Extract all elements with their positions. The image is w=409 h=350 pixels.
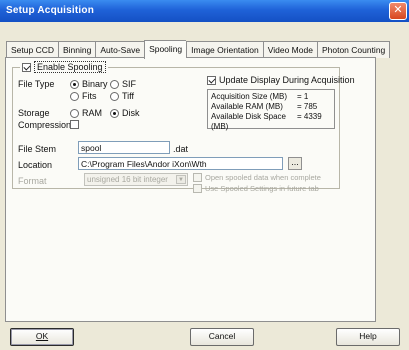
cancel-button[interactable]: Cancel <box>190 328 254 346</box>
radio-icon <box>110 91 119 101</box>
available-ram-value: = 785 <box>297 102 318 111</box>
window-title: Setup Acquisition <box>6 5 95 16</box>
ok-button[interactable]: OK <box>10 328 74 346</box>
file-stem-input[interactable]: spool <box>78 141 170 154</box>
compression-label: Compression <box>18 120 72 130</box>
acquisition-size-value: = 1 <box>297 92 309 101</box>
browse-button[interactable]: ... <box>288 157 302 170</box>
tab-binning[interactable]: Binning <box>58 41 96 58</box>
location-label: Location <box>18 160 53 170</box>
radio-icon <box>70 79 79 89</box>
title-bar: Setup Acquisition ✕ <box>0 0 409 22</box>
tab-setup-ccd[interactable]: Setup CCD <box>6 41 58 58</box>
open-spooled-checkbox[interactable]: Open spooled data when complete <box>193 173 321 182</box>
checkbox-icon <box>193 184 202 193</box>
tab-photon-counting[interactable]: Photon Counting <box>316 41 391 58</box>
available-disk-label: Available Disk Space (MB) <box>211 112 287 131</box>
acquisition-size-label: Acquisition Size (MB) <box>211 92 288 101</box>
available-disk-value: = 4339 <box>297 112 322 121</box>
file-type-fits[interactable]: Fits <box>70 91 97 101</box>
tab-image-orientation[interactable]: Image Orientation <box>186 41 263 58</box>
tab-spooling[interactable]: Spooling <box>144 40 187 59</box>
file-type-tiff[interactable]: Tiff <box>110 91 134 101</box>
tab-strip: Setup CCD Binning Auto-Save Spooling Ima… <box>6 40 391 59</box>
radio-icon <box>70 91 79 101</box>
compression-checkbox[interactable] <box>70 120 79 131</box>
storage-ram[interactable]: RAM <box>70 108 102 118</box>
checkbox-icon <box>193 173 202 182</box>
enable-spooling-label: Enable Spooling <box>34 61 106 73</box>
format-select[interactable]: unsigned 16 bit integer ▼ <box>84 173 188 186</box>
use-spooled-settings-checkbox[interactable]: Use Spooled Settings in future tab <box>193 184 319 193</box>
radio-icon <box>70 108 79 118</box>
format-label: Format <box>18 176 47 186</box>
file-stem-label: File Stem <box>18 144 57 154</box>
acquisition-info-box: Acquisition Size (MB) = 1 Available RAM (… <box>207 89 335 131</box>
file-stem-extension: .dat <box>173 144 189 154</box>
location-input[interactable]: C:\Program Files\Andor iXon\Wth <box>78 157 283 170</box>
format-value: unsigned 16 bit integer <box>87 175 168 184</box>
help-button[interactable]: Help <box>336 328 400 346</box>
file-type-sif[interactable]: SIF <box>110 79 136 89</box>
chevron-down-icon: ▼ <box>176 175 186 184</box>
available-ram-label: Available RAM (MB) <box>211 102 283 111</box>
radio-icon <box>110 108 119 118</box>
storage-disk[interactable]: Disk <box>110 108 140 118</box>
checkbox-icon <box>22 62 31 72</box>
radio-icon <box>110 79 119 89</box>
tab-auto-save[interactable]: Auto-Save <box>95 41 145 58</box>
update-display-checkbox[interactable]: Update Display During Acquisition <box>207 75 355 85</box>
tab-video-mode[interactable]: Video Mode <box>262 41 317 58</box>
close-icon: ✕ <box>393 4 403 16</box>
file-type-label: File Type <box>18 79 55 89</box>
close-button[interactable]: ✕ <box>389 2 407 20</box>
file-type-binary[interactable]: Binary <box>70 79 108 89</box>
checkbox-icon <box>207 75 216 85</box>
checkbox-icon <box>70 120 79 129</box>
storage-label: Storage <box>18 108 50 118</box>
enable-spooling-checkbox[interactable]: Enable Spooling <box>20 61 108 73</box>
